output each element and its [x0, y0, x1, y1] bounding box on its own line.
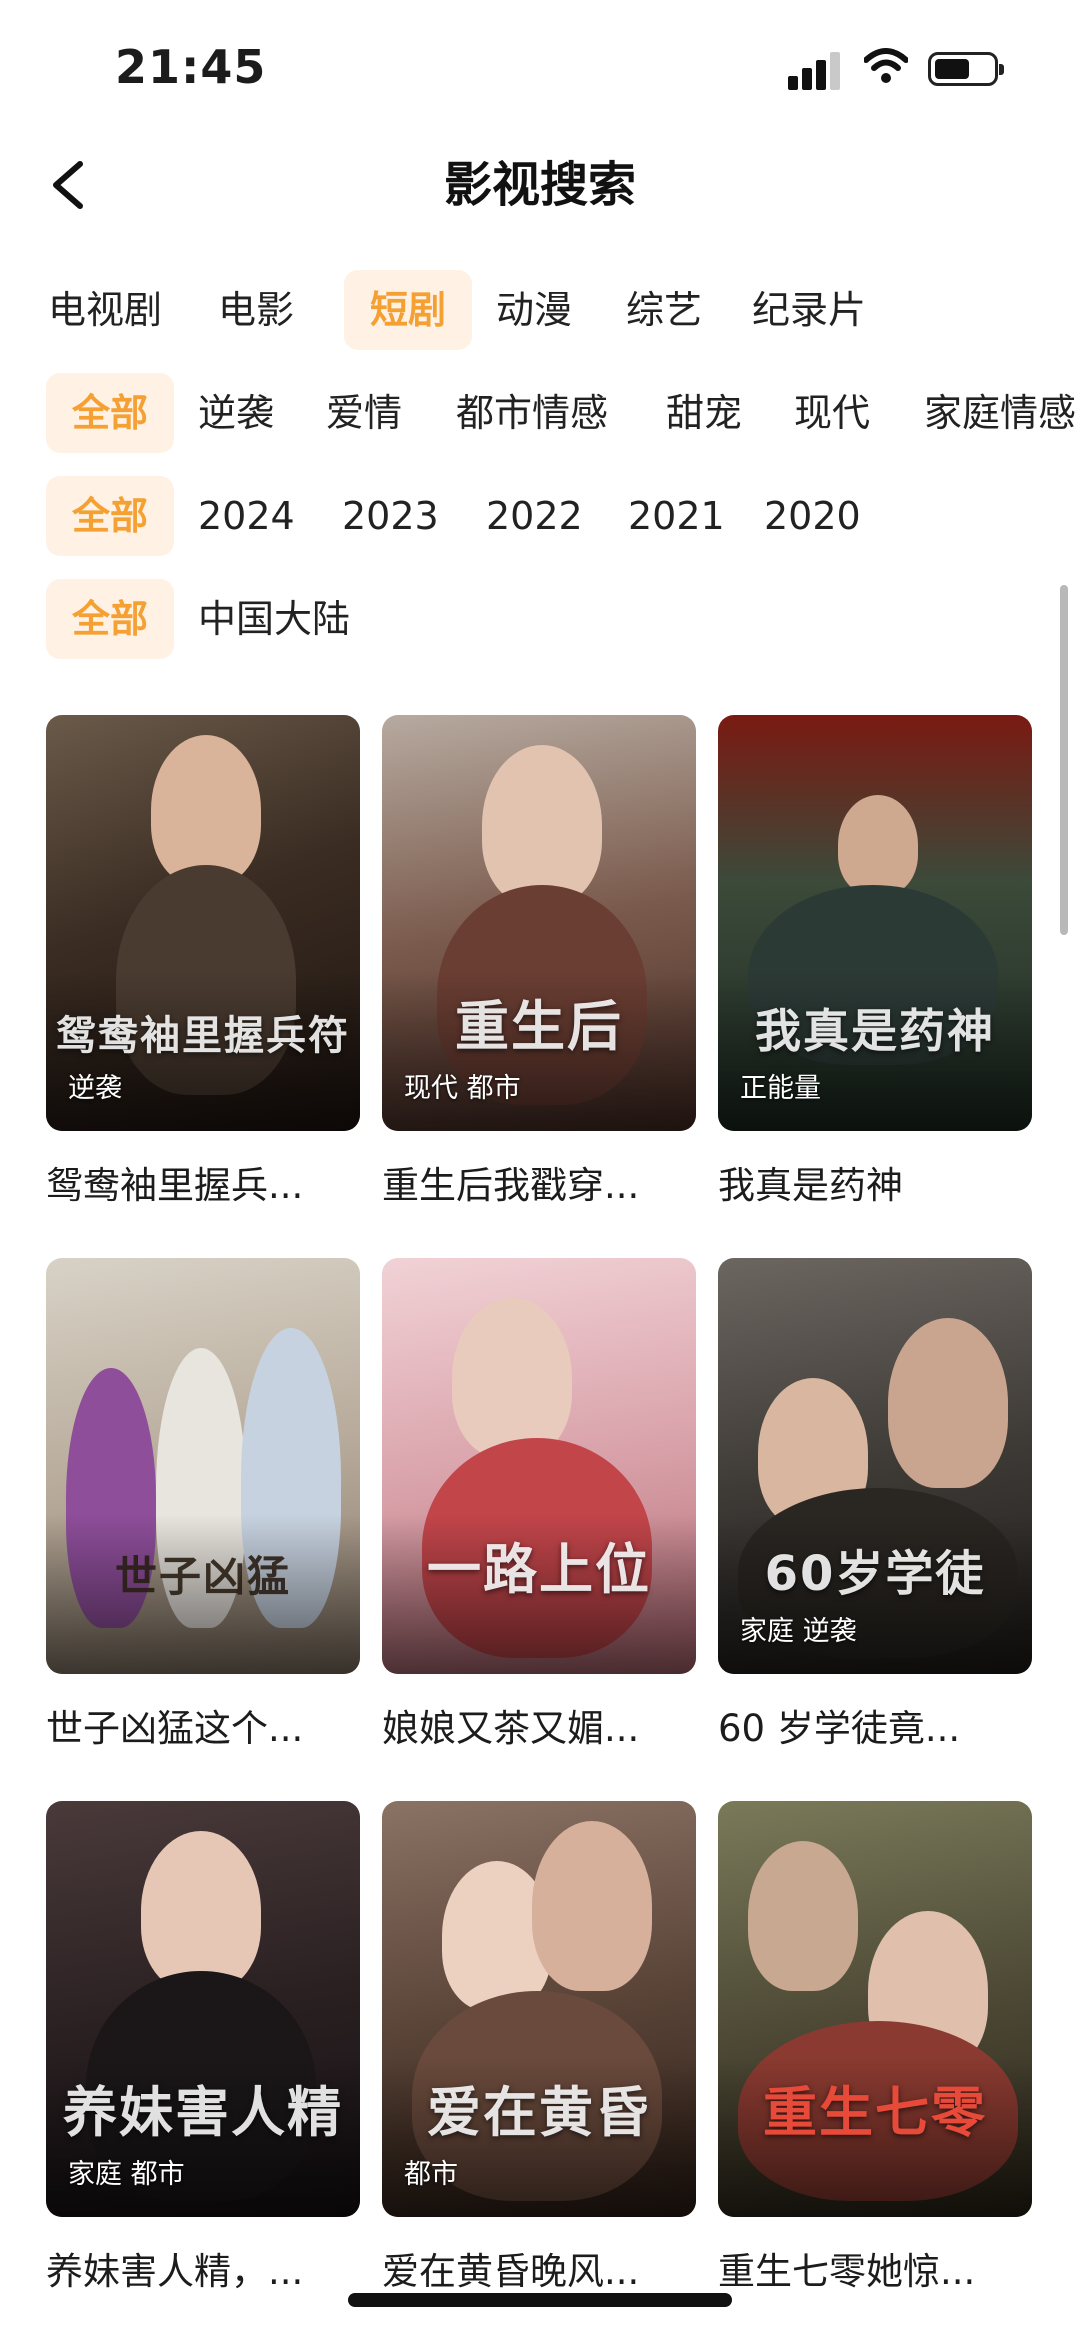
tab-movie[interactable]: 电影: [218, 270, 318, 350]
poster-title-art: 60岁学徒: [764, 1546, 986, 1602]
status-time: 21:45: [115, 40, 267, 94]
genre-filter-item[interactable]: 甜宠: [666, 373, 742, 453]
year-filter-item[interactable]: 2021: [628, 476, 725, 556]
genre-filter-row: 全部 逆袭 爱情 都市情感 甜宠 现代 家庭情感: [0, 373, 1080, 453]
poster-image: 一路上位: [382, 1258, 696, 1674]
poster-title-art: 养妹害人精: [63, 2081, 343, 2144]
poster-image: 爱在黄昏 都市: [382, 1801, 696, 2217]
region-filter-all[interactable]: 全部: [46, 579, 174, 659]
page-title: 影视搜索: [443, 157, 636, 213]
poster-image: 我真是药神 正能量: [718, 715, 1032, 1131]
poster-title-art: 世子凶猛: [114, 1552, 291, 1601]
region-filter-item[interactable]: 中国大陆: [198, 579, 350, 659]
drama-title: 娘娘又茶又媚...: [382, 1707, 640, 1750]
poster-image: 重生后 现代 都市: [382, 715, 696, 1131]
drama-title: 鸳鸯袖里握兵...: [46, 1164, 304, 1207]
genre-filter-item[interactable]: 逆袭: [198, 373, 274, 453]
poster-image: 重生七零: [718, 1801, 1032, 2217]
region-filter-row: 全部 中国大陆: [0, 579, 1080, 659]
drama-title: 重生七零她惊...: [718, 2250, 976, 2293]
genre-tag: 逆袭: [68, 1073, 122, 1104]
tab-tv-series[interactable]: 电视剧: [48, 270, 178, 350]
poster-title-art: 我真是药神: [755, 1004, 995, 1058]
drama-title: 60 岁学徒竟...: [718, 1707, 961, 1750]
poster-image: 养妹害人精 家庭 都市: [46, 1801, 360, 2217]
scrollbar[interactable]: [1060, 585, 1068, 935]
poster-image: 鸳鸯袖里握兵符 逆袭: [46, 715, 360, 1131]
year-filter-row: 全部 2024 2023 2022 2021 2020: [0, 476, 1080, 556]
year-filter-item[interactable]: 2024: [198, 476, 295, 556]
cellular-signal-icon: [788, 50, 840, 90]
tab-short-drama[interactable]: 短剧: [344, 270, 472, 350]
year-filter-item[interactable]: 2020: [764, 476, 861, 556]
drama-title: 养妹害人精，...: [46, 2250, 304, 2293]
drama-title: 重生后我戳穿...: [382, 1164, 640, 1207]
year-filter-all[interactable]: 全部: [46, 476, 174, 556]
year-filter-item[interactable]: 2022: [486, 476, 583, 556]
tab-anime[interactable]: 动漫: [496, 270, 586, 350]
genre-tag: 都市: [404, 2159, 458, 2190]
genre-filter-all[interactable]: 全部: [46, 373, 174, 453]
genre-tag: 家庭 逆袭: [740, 1616, 857, 1647]
genre-filter-item[interactable]: 家庭情感: [924, 373, 1076, 453]
drama-title: 我真是药神: [718, 1164, 903, 1207]
drama-title: 爱在黄昏晚风...: [382, 2250, 640, 2293]
genre-filter-item[interactable]: 都市情感: [456, 373, 608, 453]
genre-filter-item[interactable]: 现代: [794, 373, 870, 453]
status-bar: 21:45: [0, 0, 1080, 130]
poster-title-art: 重生七零: [763, 2081, 987, 2144]
category-tabs: 电视剧 电影 短剧 动漫 综艺 纪录片: [0, 270, 1080, 350]
poster-image: 世子凶猛: [46, 1258, 360, 1674]
genre-tag: 家庭 都市: [68, 2159, 185, 2190]
wifi-icon: [864, 48, 908, 83]
poster-title-art: 爱在黄昏: [427, 2081, 651, 2144]
poster-title-art: 一路上位: [427, 1538, 651, 1601]
year-filter-item[interactable]: 2023: [342, 476, 439, 556]
genre-tag: 正能量: [740, 1073, 821, 1104]
genre-filter-item[interactable]: 爱情: [326, 373, 402, 453]
drama-title: 世子凶猛这个...: [46, 1707, 304, 1750]
battery-icon: [928, 52, 1004, 86]
poster-title-art: 鸳鸯袖里握兵符: [56, 1013, 350, 1059]
poster-image: 60岁学徒 家庭 逆袭: [718, 1258, 1032, 1674]
poster-title-art: 重生后: [455, 995, 623, 1058]
tab-variety[interactable]: 综艺: [626, 270, 716, 350]
genre-tag: 现代 都市: [404, 1073, 521, 1104]
home-indicator[interactable]: [348, 2293, 732, 2307]
tab-documentary[interactable]: 纪录片: [752, 270, 892, 350]
